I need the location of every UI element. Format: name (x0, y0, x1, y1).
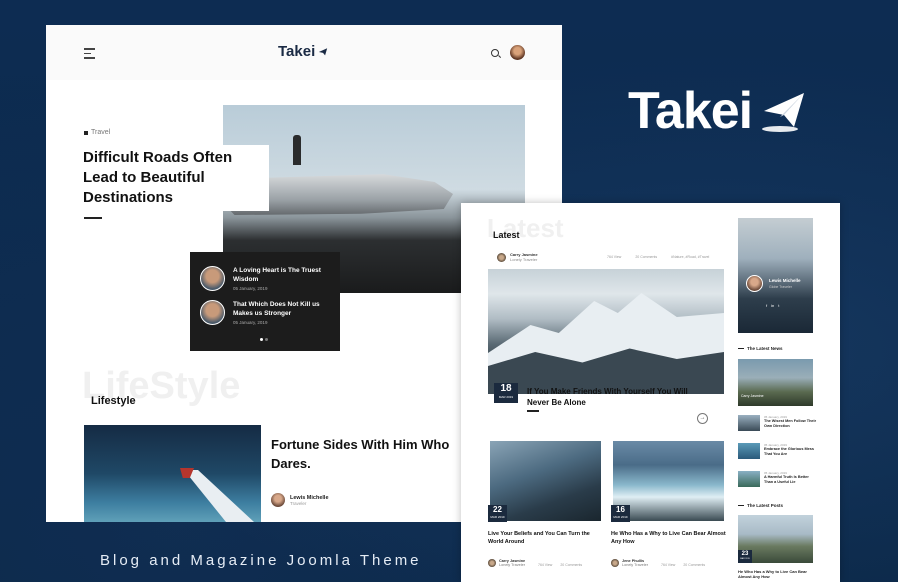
comments-count[interactable]: 20 Comments (683, 563, 705, 567)
author-role: Traveler (290, 500, 307, 506)
category-square-icon (84, 130, 88, 135)
twitter-icon[interactable]: t (778, 303, 779, 308)
social-links: f in t (766, 303, 779, 308)
date-badge: 22 MAR 2019 (488, 505, 507, 522)
news-title: The Wisest Men Follow Their Own Directio… (764, 419, 817, 428)
right-page-mockup: Latest Latest Carry Jasmine Lonely Trave… (461, 203, 840, 582)
card-author[interactable]: Jene Phullis Lonely Traveler (611, 559, 648, 567)
person-silhouette (293, 135, 301, 165)
user-avatar[interactable] (510, 45, 525, 60)
comments-count[interactable]: 20 Comments (635, 255, 657, 259)
sidebar-feature-name: Carry Jasmine (741, 394, 764, 398)
date-month: MAR 2019 (498, 395, 514, 399)
news-thumb (738, 471, 760, 487)
card-title[interactable]: Live Your Beliefs and You Can Turn the W… (488, 531, 603, 546)
slider-item[interactable]: That Which Does Not Kill us Makes us Str… (200, 300, 329, 325)
date-badge: 18 MAR 2019 (494, 383, 518, 403)
slider-dots[interactable] (260, 338, 268, 341)
sidebar-news-item[interactable]: 05 January, 2019 The Wisest Men Follow T… (738, 415, 818, 431)
views-count: 764 View (538, 563, 553, 567)
date-badge: 23 MAR 2019 (738, 550, 752, 563)
news-title: A Harmful Truth Is Better Than a Useful … (764, 475, 809, 484)
tagline: Blog and Magazine Joomla Theme (100, 552, 422, 569)
author-avatar (271, 493, 285, 507)
profile-card: Lewis Michelle Globe Traveler f in t (738, 218, 813, 333)
card-meta: 764 View 20 Comments (538, 563, 582, 567)
card-meta: 764 View 20 Comments (661, 563, 705, 567)
profile-name: Lewis Michelle (769, 278, 801, 283)
header-bar: Takei (46, 25, 562, 80)
date-day: 23 (741, 551, 749, 557)
linkedin-icon[interactable]: in (771, 303, 774, 308)
hero-category[interactable]: Travel (84, 129, 110, 136)
views-count: 764 View (661, 563, 676, 567)
hero-category-label: Travel (91, 129, 111, 136)
slider-item-avatar (200, 300, 225, 325)
paper-plane-icon (762, 93, 805, 132)
latest-title: Latest (493, 230, 520, 240)
hero-divider (84, 217, 102, 219)
date-badge: 16 MAR 2019 (611, 505, 630, 522)
author-avatar (497, 252, 506, 262)
feature-title[interactable]: Fortune Sides With Him Who Dares. (271, 435, 451, 473)
post-meta-stats: 764 View 20 Comments #Nature, #Road, #Tr… (607, 255, 709, 259)
section-title: Lifestyle (91, 395, 136, 407)
post-meta-author[interactable]: Carry Jasmine Lonely Traveler (497, 252, 538, 262)
card-author-role: Lonely Traveler (499, 563, 525, 567)
slider-panel: A Loving Heart is The Truest Wisdom 05 J… (190, 252, 340, 351)
airplane-wing-shape (184, 470, 254, 522)
card-author-role: Lonely Traveler (622, 563, 648, 567)
header-logo[interactable]: Takei (278, 43, 328, 60)
latest-news-heading: The Latest News (738, 346, 783, 351)
facebook-icon[interactable]: f (766, 303, 767, 308)
comments-count[interactable]: 20 Comments (560, 563, 582, 567)
profile-avatar (746, 275, 763, 292)
date-month: MAR 2019 (613, 515, 628, 519)
hamburger-menu-icon[interactable] (84, 48, 95, 62)
latest-posts-heading: The Latest Posts (738, 503, 783, 508)
sidebar-news-item[interactable]: 05 January, 2019 A Harmful Truth Is Bett… (738, 471, 818, 487)
sidebar-news-item[interactable]: 05 January, 2019 Embrace the Glorious Me… (738, 443, 818, 459)
views-count: 764 View (607, 255, 622, 259)
latest-post-title[interactable]: He Who Has a Why to Live Can Bear Almost… (738, 569, 813, 579)
slider-item[interactable]: A Loving Heart is The Truest Wisdom 05 J… (200, 266, 329, 291)
profile-role: Globe Traveler (769, 285, 792, 289)
date-month: MAR 2019 (490, 515, 505, 519)
date-day: 16 (616, 505, 625, 514)
slider-item-date: 05 January, 2019 (233, 320, 268, 325)
slider-item-title: That Which Does Not Kill us Makes us Str… (233, 301, 320, 317)
news-thumb (738, 415, 760, 431)
brand-name: Takei (628, 82, 753, 140)
news-title: Embrace the Glorious Mess That You Are (764, 447, 815, 456)
search-icon[interactable] (491, 49, 499, 57)
main-post-title[interactable]: If You Make Friends With Yourself You Wi… (527, 386, 712, 408)
author-avatar (611, 559, 619, 567)
paper-plane-icon (319, 47, 328, 55)
hero-title[interactable]: Difficult Roads Often Lead to Beautiful … (77, 145, 269, 211)
meta-author-role: Lonely Traveler (510, 257, 538, 262)
news-thumb (738, 443, 760, 459)
read-more-arrow-icon[interactable]: → (697, 413, 708, 424)
header-logo-text: Takei (278, 43, 316, 60)
brand-logo: Takei (628, 85, 808, 137)
slider-item-date: 05 January, 2019 (233, 286, 268, 291)
date-day: 18 (500, 383, 512, 394)
main-post-image[interactable] (488, 269, 724, 394)
date-month: MAR 2019 (740, 558, 750, 560)
card-author[interactable]: Carry Jasmine Lonely Traveler (488, 559, 525, 567)
sidebar-feature-image[interactable]: Carry Jasmine (738, 359, 813, 406)
lifestyle-image[interactable] (84, 425, 261, 522)
author-name: Lewis Michelle (290, 494, 329, 501)
slider-item-title: A Loving Heart is The Truest Wisdom (233, 267, 321, 283)
slider-item-avatar (200, 266, 225, 291)
card-title[interactable]: He Who Has a Why to Live Can Bear Almost… (611, 531, 726, 546)
tags-list[interactable]: #Nature, #Road, #Travel (671, 255, 709, 259)
date-day: 22 (493, 505, 502, 514)
main-post-divider (527, 410, 539, 412)
author-avatar (488, 559, 496, 567)
feature-author[interactable]: Lewis Michelle Traveler (271, 493, 329, 507)
